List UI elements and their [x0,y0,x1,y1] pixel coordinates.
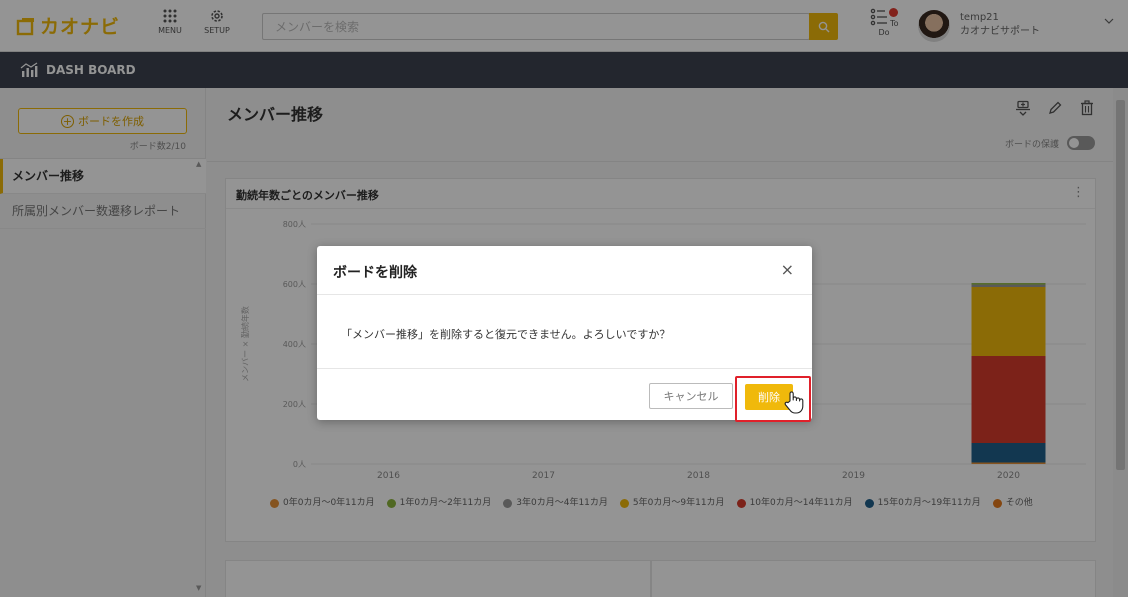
dialog-divider [317,368,812,369]
close-icon[interactable]: × [781,260,794,279]
dialog-divider [317,294,812,295]
cancel-button[interactable]: キャンセル [649,383,733,409]
dialog-title: ボードを削除 [333,265,417,281]
delete-board-dialog: ボードを削除 × 「メンバー推移」を削除すると復元できません。よろしいですか？ … [317,246,812,422]
dialog-message: 「メンバー推移」を削除すると復元できません。よろしいですか？ [341,328,671,341]
hand-cursor-icon [784,391,804,414]
delete-highlight: 削除 [735,376,811,422]
